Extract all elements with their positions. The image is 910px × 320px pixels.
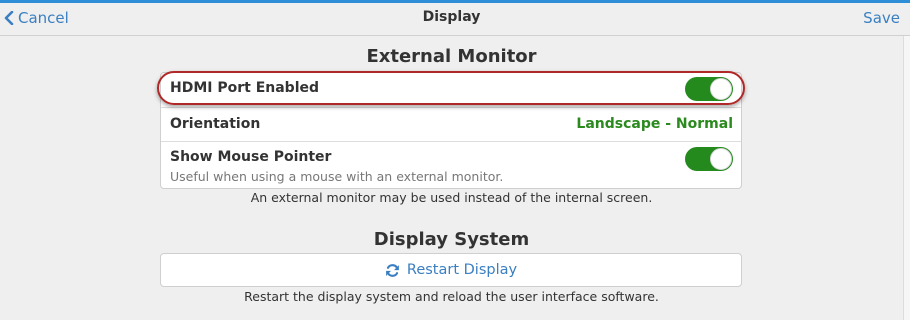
- page-title: Display: [422, 9, 481, 25]
- mouse-pointer-row: Show Mouse Pointer Useful when using a m…: [161, 141, 741, 189]
- hdmi-port-row: HDMI Port Enabled: [161, 73, 741, 107]
- toggle-knob: [710, 78, 732, 100]
- external-monitor-card: HDMI Port Enabled Orientation Landscape …: [160, 72, 742, 189]
- mouse-pointer-sublabel: Useful when using a mouse with an extern…: [170, 169, 504, 184]
- mouse-pointer-label: Show Mouse Pointer: [170, 149, 332, 165]
- hdmi-port-label: HDMI Port Enabled: [170, 80, 320, 96]
- mouse-pointer-toggle[interactable]: [685, 147, 733, 171]
- display-system-caption: Restart the display system and reload th…: [244, 289, 659, 304]
- save-button[interactable]: Save: [863, 9, 900, 27]
- external-monitor-caption: An external monitor may be used instead …: [250, 190, 653, 205]
- orientation-row[interactable]: Orientation Landscape - Normal: [161, 107, 741, 141]
- external-monitor-heading: External Monitor: [366, 46, 537, 67]
- navigation-bar: Cancel Display Save: [0, 3, 910, 36]
- restart-display-button[interactable]: Restart Display: [160, 253, 742, 287]
- hdmi-port-toggle[interactable]: [685, 77, 733, 101]
- display-system-heading: Display System: [373, 229, 530, 250]
- orientation-value: Landscape - Normal: [576, 116, 733, 132]
- restart-display-label: Restart Display: [406, 262, 518, 278]
- scrollbar[interactable]: [903, 36, 910, 320]
- toggle-knob: [710, 148, 732, 170]
- orientation-label: Orientation: [170, 116, 261, 132]
- refresh-icon: [386, 263, 399, 277]
